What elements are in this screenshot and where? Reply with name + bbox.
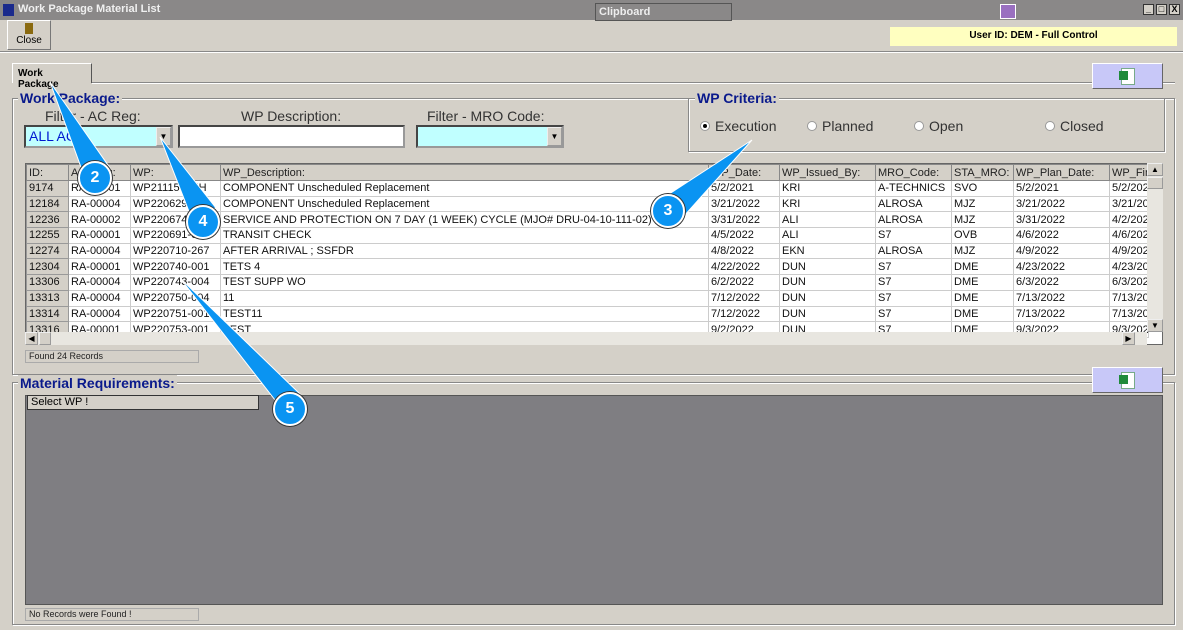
callout-pointer-4 — [159, 136, 217, 215]
callout-pointers — [49, 81, 753, 401]
callout-pointer-2 — [49, 81, 111, 171]
callout-2: 2 — [78, 161, 112, 195]
callout-3: 3 — [651, 194, 685, 228]
callout-5: 5 — [273, 392, 307, 426]
callout-4: 4 — [186, 205, 220, 239]
callout-pointer-5 — [179, 277, 302, 401]
